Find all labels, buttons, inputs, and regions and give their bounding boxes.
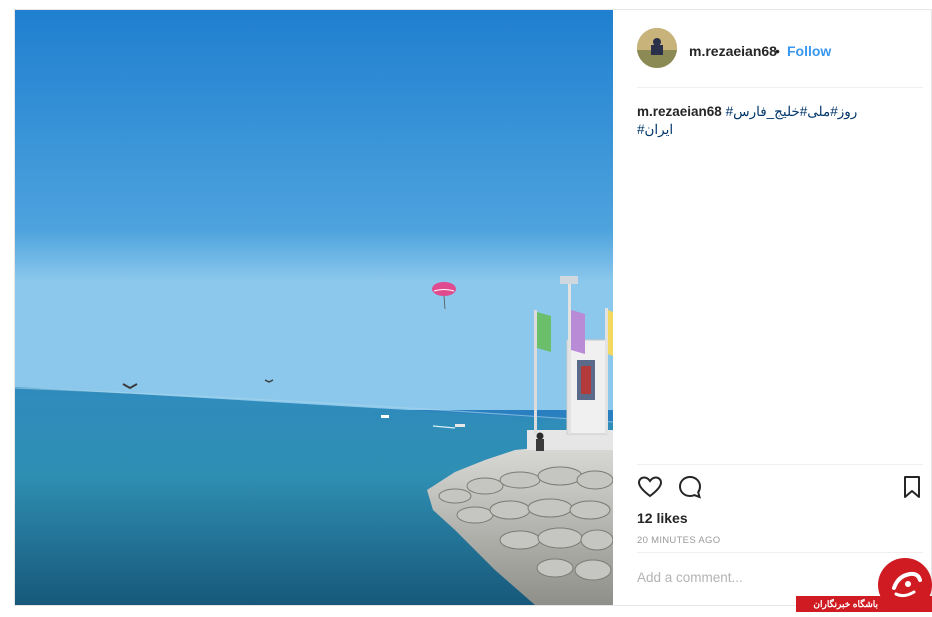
watermark-logo: باشگاه خبرنگاران: [796, 558, 932, 614]
separator-dot: •: [775, 43, 780, 59]
watermark-emblem: [878, 558, 932, 612]
follow-button[interactable]: Follow: [787, 43, 831, 59]
post-caption: m.rezaeian68 #روز#ملی#خلیج_فارس #ایران: [637, 103, 917, 139]
instagram-post: m.rezaeian68 • Follow m.rezaeian68 #روز#…: [14, 9, 932, 606]
caption-username[interactable]: m.rezaeian68: [637, 104, 722, 119]
header-divider: [637, 87, 923, 88]
post-sidebar: m.rezaeian68 • Follow m.rezaeian68 #روز#…: [613, 10, 931, 605]
avatar[interactable]: [637, 28, 677, 68]
heart-icon[interactable]: [637, 474, 663, 500]
bookmark-icon[interactable]: [899, 474, 925, 500]
likes-count[interactable]: 12 likes: [637, 510, 688, 526]
comment-divider: [637, 552, 923, 553]
post-photo[interactable]: [15, 10, 613, 605]
seascape-image: [15, 10, 613, 605]
caption-hashtag-iran[interactable]: #ایران: [637, 121, 917, 139]
action-bar: [613, 474, 931, 500]
post-header: m.rezaeian68 • Follow: [613, 10, 931, 88]
actions-divider: [637, 464, 923, 465]
username-link[interactable]: m.rezaeian68: [689, 43, 777, 59]
post-timestamp[interactable]: 20 MINUTES AGO: [637, 535, 720, 546]
caption-hashtags[interactable]: #روز#ملی#خلیج_فارس: [726, 104, 858, 119]
comment-icon[interactable]: [677, 474, 703, 500]
